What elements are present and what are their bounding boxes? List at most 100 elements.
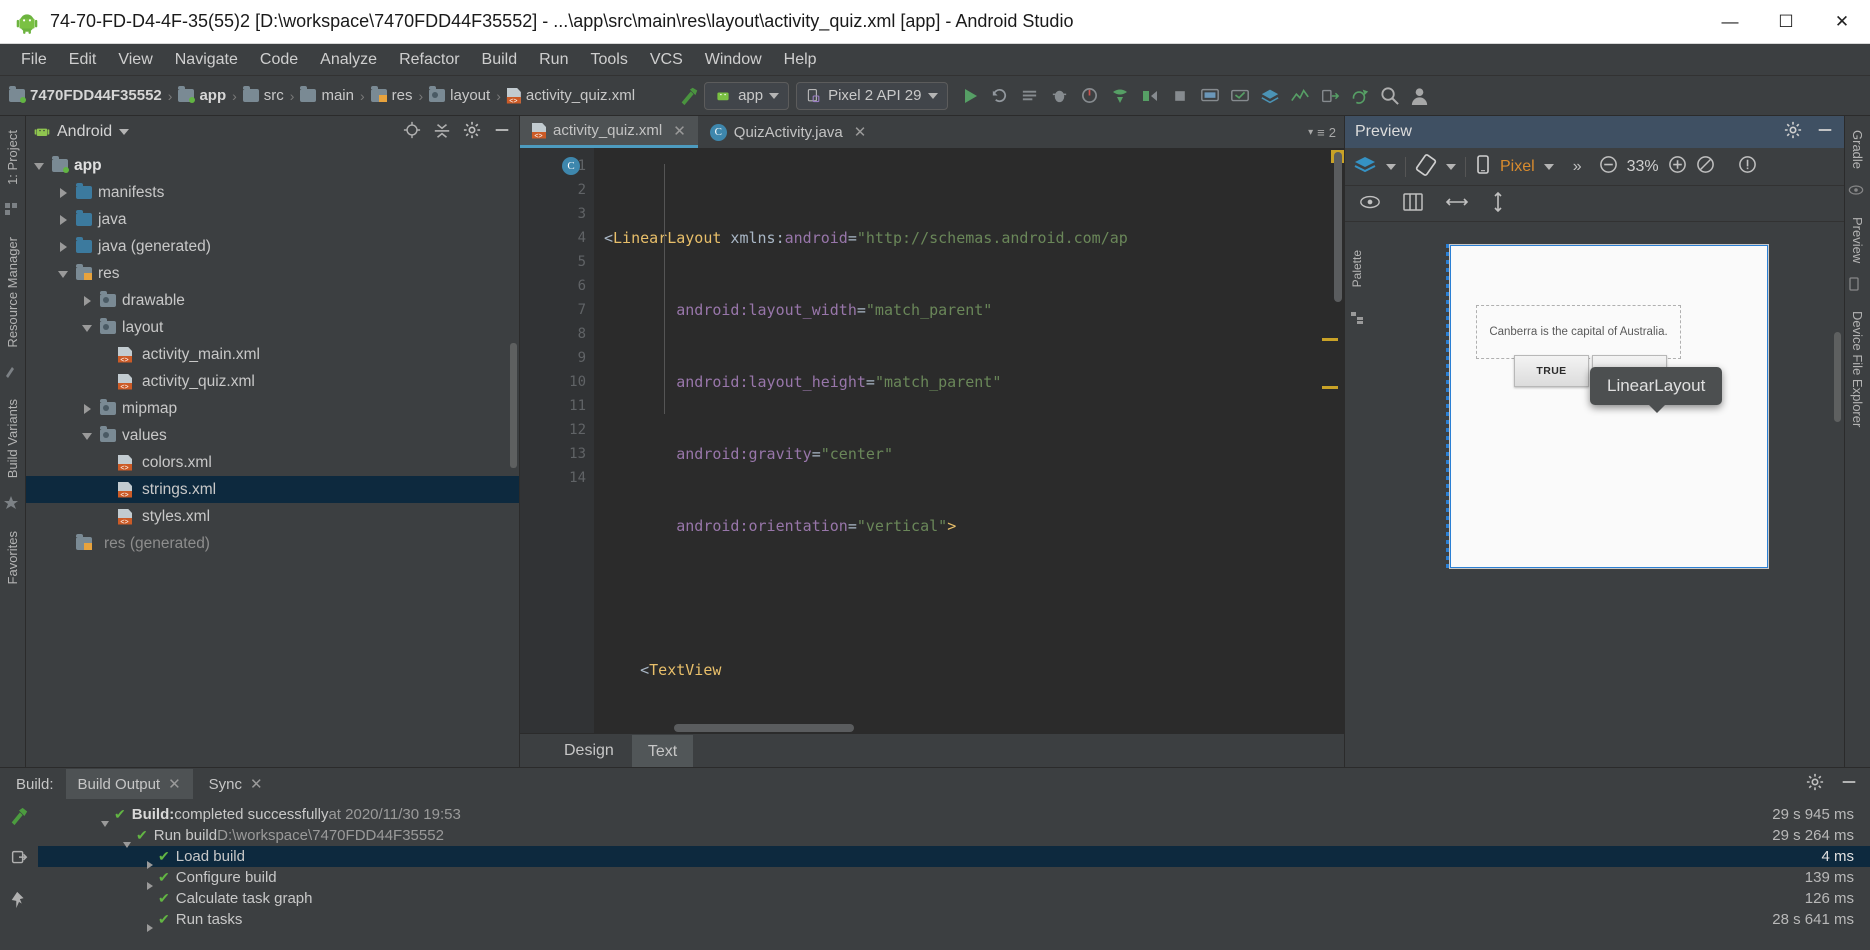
tree-row-colors-xml[interactable]: colors.xml [26, 449, 519, 476]
editor-warning-stripe[interactable] [1322, 338, 1338, 341]
tree-row-res[interactable]: res [26, 260, 519, 287]
tree-row-activity-main-xml[interactable]: activity_main.xml [26, 341, 519, 368]
tree-row-res-generated[interactable]: res (generated) [26, 530, 519, 557]
code-editor[interactable]: 1 2 3 4 5 6 7 8 9 10 11 12 13 14 C <Line… [520, 148, 1344, 733]
chevron-right-icon[interactable] [58, 187, 70, 199]
chevron-right-icon[interactable] [58, 214, 70, 226]
tree-row-activity-quiz-xml[interactable]: activity_quiz.xml [26, 368, 519, 395]
editor-inspection-widget[interactable]: ▾ ≡ 2 [1308, 116, 1344, 148]
device-file-explorer-icon[interactable] [1317, 83, 1343, 109]
tab-design[interactable]: Design [548, 736, 630, 766]
menu-window[interactable]: Window [694, 47, 773, 73]
tree-row-java-generated[interactable]: java (generated) [26, 233, 519, 260]
run-icon[interactable] [957, 83, 983, 109]
tree-row-values[interactable]: values [26, 422, 519, 449]
apply-changes-icon[interactable] [1107, 83, 1133, 109]
maximize-button[interactable]: ☐ [1758, 0, 1814, 44]
menu-refactor[interactable]: Refactor [388, 47, 470, 73]
settings-icon[interactable] [463, 121, 481, 143]
tab-quizactivity-java[interactable]: C QuizActivity.java ✕ [698, 116, 879, 148]
minimize-icon[interactable] [493, 121, 511, 143]
account-icon[interactable] [1407, 83, 1433, 109]
split-view-icon[interactable] [1403, 193, 1423, 215]
horizontal-arrow-icon[interactable] [1445, 195, 1469, 213]
tree-row-layout[interactable]: layout [26, 314, 519, 341]
close-icon[interactable]: ✕ [250, 775, 263, 793]
menu-build[interactable]: Build [471, 47, 529, 73]
sync-gradle-icon[interactable] [1347, 83, 1373, 109]
menu-vcs[interactable]: VCS [639, 47, 694, 73]
build-row-completed[interactable]: ✔ Build: completed successfully at 2020/… [38, 804, 1870, 825]
sidebar-tab-device-file-explorer[interactable]: Device File Explorer [1847, 303, 1868, 435]
sidebar-tab-favorites[interactable]: Favorites [2, 523, 23, 592]
profiler-icon[interactable] [1287, 83, 1313, 109]
tab-text[interactable]: Text [632, 735, 693, 767]
chevron-right-icon[interactable] [82, 403, 94, 415]
editor-gutter[interactable]: 1 2 3 4 5 6 7 8 9 10 11 12 13 14 C [520, 148, 594, 733]
breadcrumb-res[interactable]: res [368, 85, 416, 106]
layers-icon[interactable] [1353, 155, 1377, 179]
menu-run[interactable]: Run [528, 47, 579, 73]
menu-tools[interactable]: Tools [579, 47, 638, 73]
editor-horizontal-scrollbar[interactable] [674, 724, 854, 732]
preview-vertical-scrollbar[interactable] [1834, 332, 1841, 422]
breadcrumb-src[interactable]: src [240, 85, 287, 106]
eye-icon[interactable] [1359, 194, 1381, 214]
tree-row-java[interactable]: java [26, 206, 519, 233]
module-selector[interactable]: app [704, 82, 789, 110]
tree-row-drawable[interactable]: drawable [26, 287, 519, 314]
minimize-button[interactable]: — [1702, 0, 1758, 44]
build-row-run-tasks[interactable]: ✔ Run tasks 28 s 641 ms [38, 909, 1870, 930]
apply-code-changes-icon[interactable] [1137, 83, 1163, 109]
editor-warning-stripe[interactable] [1322, 386, 1338, 389]
close-icon[interactable]: ✕ [854, 123, 867, 141]
tree-row-strings-xml[interactable]: strings.xml [26, 476, 519, 503]
menu-code[interactable]: Code [249, 47, 309, 73]
menu-view[interactable]: View [107, 47, 163, 73]
code-text[interactable]: <LinearLayout xmlns:android="http://sche… [594, 148, 1344, 733]
avd-manager-icon[interactable] [1197, 83, 1223, 109]
preview-device-label[interactable]: Pixel [1500, 158, 1535, 176]
settings-icon[interactable] [1806, 773, 1824, 795]
true-button[interactable]: TRUE [1514, 355, 1589, 387]
build-row-calculate-task-graph[interactable]: ✔ Calculate task graph 126 ms [38, 888, 1870, 909]
chevron-down-icon[interactable] [58, 268, 70, 280]
sidebar-tab-resource-manager[interactable]: Resource Manager [2, 229, 23, 356]
chevron-down-icon[interactable]: ▾ [1308, 127, 1313, 138]
build-row-run-build[interactable]: ✔ Run build D:\workspace\7470FDD44F35552… [38, 825, 1870, 846]
breadcrumb-main[interactable]: main [297, 85, 357, 106]
menu-help[interactable]: Help [773, 47, 828, 73]
build-row-configure-build[interactable]: ✔ Configure build 139 ms [38, 867, 1870, 888]
chevron-down-icon[interactable] [82, 430, 94, 442]
menu-file[interactable]: File [10, 47, 58, 73]
chevron-down-icon[interactable] [1446, 164, 1456, 170]
sidebar-tab-project[interactable]: 1: Project [2, 122, 23, 193]
sidebar-tab-preview[interactable]: Preview [1847, 209, 1868, 271]
settings-icon[interactable] [1784, 121, 1802, 143]
zoom-fit-icon[interactable] [1696, 155, 1715, 178]
debug-step-icon[interactable] [1017, 83, 1043, 109]
locate-icon[interactable] [403, 121, 421, 143]
palette-label[interactable]: Palette [1347, 242, 1367, 295]
sidebar-tab-build-variants[interactable]: Build Variants [2, 391, 23, 486]
search-icon[interactable] [1377, 83, 1403, 109]
profile-icon[interactable] [1077, 83, 1103, 109]
layout-inspector-icon[interactable] [1257, 83, 1283, 109]
zoom-in-icon[interactable] [1668, 155, 1687, 178]
project-tree-scrollbar[interactable] [510, 343, 517, 468]
menu-navigate[interactable]: Navigate [164, 47, 249, 73]
sidebar-tab-gradle[interactable]: Gradle [1847, 122, 1868, 177]
preview-canvas[interactable]: Palette Canberra is the capital of Austr… [1345, 222, 1844, 767]
zoom-out-icon[interactable] [1599, 155, 1618, 178]
menu-edit[interactable]: Edit [58, 47, 108, 73]
question-textview[interactable]: Canberra is the capital of Australia. [1476, 305, 1681, 359]
chevron-down-icon[interactable] [1544, 164, 1554, 170]
restart-icon[interactable] [9, 848, 29, 872]
collapse-all-icon[interactable] [433, 121, 451, 143]
chevron-right-icon[interactable] [82, 295, 94, 307]
device-selector[interactable]: Pixel 2 API 29 [796, 82, 947, 110]
chevron-right-icon[interactable] [58, 241, 70, 253]
breadcrumb-app[interactable]: app [175, 85, 229, 106]
editor-vertical-scrollbar[interactable] [1334, 152, 1342, 302]
sdk-manager-icon[interactable] [1227, 83, 1253, 109]
